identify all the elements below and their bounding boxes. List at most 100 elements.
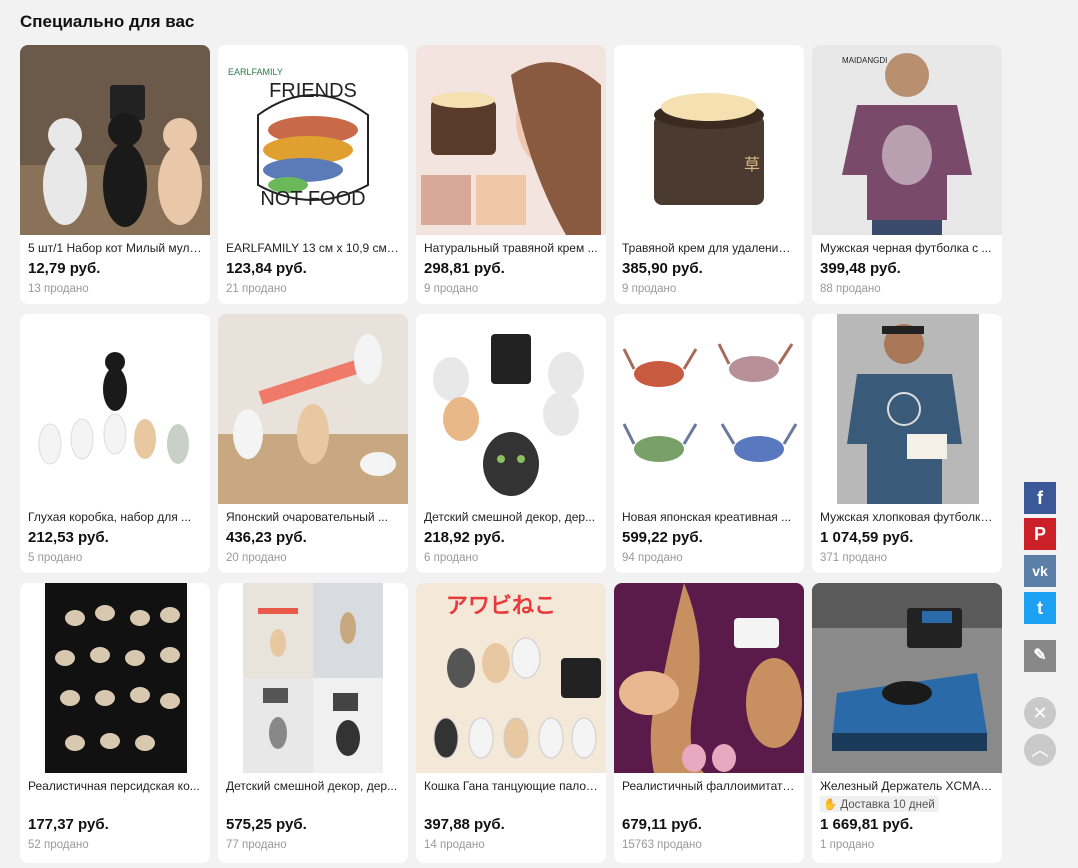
product-title[interactable]: Мужская хлопковая футболка ... <box>820 510 994 524</box>
product-sold: 15763 продано <box>622 839 702 851</box>
product-card[interactable]: 5 шт/1 Набор кот Милый мульт... 12,79 ру… <box>20 45 210 304</box>
product-sold: 9 продано <box>424 283 479 295</box>
product-title[interactable]: Японский очаровательный ... <box>226 510 400 524</box>
product-sold: 21 продано <box>226 283 287 295</box>
product-price: 177,37 руб. <box>28 816 109 833</box>
product-sold: 77 продано <box>226 839 287 851</box>
product-image[interactable]: FRIENDS NOT FOOD EARLFAMILY <box>218 45 408 235</box>
product-title[interactable]: Мужская черная футболка с ... <box>820 241 994 255</box>
product-title[interactable]: Глухая коробка, набор для ... <box>28 510 202 524</box>
product-price: 385,90 руб. <box>622 260 703 277</box>
product-sold: 371 продано <box>820 552 888 564</box>
product-card[interactable]: アワビねこ Кошка Гана танцующие палоч... 397,… <box>416 583 606 863</box>
product-price: 218,92 руб. <box>424 529 505 546</box>
product-sold: 88 продано <box>820 283 881 295</box>
product-grid-row: Реалистичная персидская ко... 177,37 руб… <box>20 583 1010 863</box>
product-title[interactable]: Железный Держатель XCMAN ... <box>820 779 994 793</box>
vk-share-button[interactable]: vk <box>1024 555 1056 587</box>
product-sold: 6 продано <box>424 552 479 564</box>
product-price: 397,88 руб. <box>424 816 505 833</box>
product-title[interactable]: Детский смешной декор, дер... <box>226 779 400 793</box>
svg-text:草: 草 <box>744 155 760 174</box>
svg-text:アワビねこ: アワビねこ <box>446 594 556 619</box>
product-image[interactable] <box>614 314 804 504</box>
product-card[interactable]: Детский смешной декор, дер... 218,92 руб… <box>416 314 606 573</box>
edit-button[interactable]: ✎ <box>1024 640 1056 672</box>
product-sold: 5 продано <box>28 552 83 564</box>
product-title[interactable]: EARLFAMILY 13 см x 10,9 см ... <box>226 241 400 255</box>
facebook-icon: f <box>1037 488 1043 508</box>
product-price: 679,11 руб. <box>622 816 702 833</box>
vk-icon: vk <box>1032 563 1048 579</box>
product-image[interactable]: MAIDANGDI <box>812 45 1002 235</box>
close-icon: ✕ <box>1032 703 1048 723</box>
product-card[interactable]: Японский очаровательный ... 436,23 руб. … <box>218 314 408 573</box>
close-button[interactable]: ✕ <box>1024 697 1056 729</box>
product-price: 1 669,81 руб. <box>820 816 914 833</box>
product-card[interactable]: Натуральный травяной крем ... 298,81 руб… <box>416 45 606 304</box>
pinterest-share-button[interactable]: P <box>1024 518 1056 550</box>
product-price: 436,23 руб. <box>226 529 307 546</box>
product-card[interactable]: Реалистичный фаллоимитатор ... 679,11 ру… <box>614 583 804 863</box>
pinterest-icon: P <box>1033 524 1046 544</box>
twitter-share-button[interactable]: t <box>1024 592 1056 624</box>
product-card[interactable]: Новая японская креативная ... 599,22 руб… <box>614 314 804 573</box>
product-price: 599,22 руб. <box>622 529 703 546</box>
product-card[interactable]: Железный Держатель XCMAN ... ✋ Доставка 1… <box>812 583 1002 863</box>
product-image[interactable] <box>20 583 210 773</box>
product-sold: 13 продано <box>28 283 89 295</box>
product-image[interactable] <box>20 45 210 235</box>
section-title: Специально для вас <box>20 12 195 31</box>
product-title[interactable]: Травяной крем для удаления ... <box>622 241 796 255</box>
product-image[interactable] <box>218 314 408 504</box>
product-card[interactable]: Реалистичная персидская ко... 177,37 руб… <box>20 583 210 863</box>
product-image[interactable] <box>20 314 210 504</box>
product-price: 399,48 руб. <box>820 260 901 277</box>
twitter-icon: t <box>1037 598 1043 618</box>
product-image[interactable] <box>416 314 606 504</box>
product-sold: 1 продано <box>820 839 875 851</box>
product-price: 123,84 руб. <box>226 260 307 277</box>
product-image[interactable] <box>614 583 804 773</box>
product-grid: 5 шт/1 Набор кот Милый мульт... 12,79 ру… <box>20 45 1010 573</box>
product-sold: 20 продано <box>226 552 287 564</box>
chevron-up-icon: ︿ <box>1031 740 1049 760</box>
svg-text:FRIENDS: FRIENDS <box>269 80 357 102</box>
product-card[interactable]: Мужская хлопковая футболка ... 1 074,59 … <box>812 314 1002 573</box>
product-card[interactable]: FRIENDS NOT FOOD EARLFAMILY EARLFAMILY 1… <box>218 45 408 304</box>
product-title[interactable]: Натуральный травяной крем ... <box>424 241 598 255</box>
product-card[interactable]: Детский смешной декор, дер... 575,25 руб… <box>218 583 408 863</box>
product-card[interactable]: Глухая коробка, набор для ... 212,53 руб… <box>20 314 210 573</box>
product-sold: 94 продано <box>622 552 683 564</box>
product-title[interactable]: 5 шт/1 Набор кот Милый мульт... <box>28 241 202 255</box>
pencil-icon: ✎ <box>1033 647 1047 664</box>
product-sold: 14 продано <box>424 839 485 851</box>
product-price: 298,81 руб. <box>424 260 505 277</box>
product-image[interactable] <box>812 314 1002 504</box>
product-image[interactable] <box>812 583 1002 773</box>
product-image[interactable] <box>218 583 408 773</box>
product-price: 1 074,59 руб. <box>820 529 914 546</box>
product-card[interactable]: MAIDANGDI Мужская черная футболка с ... … <box>812 45 1002 304</box>
product-image[interactable] <box>416 45 606 235</box>
scroll-top-button[interactable]: ︿ <box>1024 734 1056 766</box>
product-title[interactable]: Новая японская креативная ... <box>622 510 796 524</box>
product-sold: 52 продано <box>28 839 89 851</box>
product-title[interactable]: Детский смешной декор, дер... <box>424 510 598 524</box>
svg-text:MAIDANGDI: MAIDANGDI <box>842 56 887 65</box>
product-title[interactable]: Кошка Гана танцующие палоч... <box>424 779 598 793</box>
product-price: 575,25 руб. <box>226 816 307 833</box>
product-title[interactable]: Реалистичный фаллоимитатор ... <box>622 779 796 793</box>
product-title[interactable]: Реалистичная персидская ко... <box>28 779 202 793</box>
product-image[interactable]: アワビねこ <box>416 583 606 773</box>
product-image[interactable]: 草 <box>614 45 804 235</box>
product-price: 12,79 руб. <box>28 260 101 277</box>
facebook-share-button[interactable]: f <box>1024 482 1056 514</box>
product-price: 212,53 руб. <box>28 529 109 546</box>
hand-icon: ✋ <box>823 799 838 811</box>
delivery-badge: ✋ Доставка 10 дней <box>820 796 939 812</box>
delivery-label: Доставка 10 дней <box>840 799 935 811</box>
svg-text:NOT FOOD: NOT FOOD <box>260 188 365 210</box>
product-sold: 9 продано <box>622 283 677 295</box>
product-card[interactable]: 草 Травяной крем для удаления ... 385,90 … <box>614 45 804 304</box>
